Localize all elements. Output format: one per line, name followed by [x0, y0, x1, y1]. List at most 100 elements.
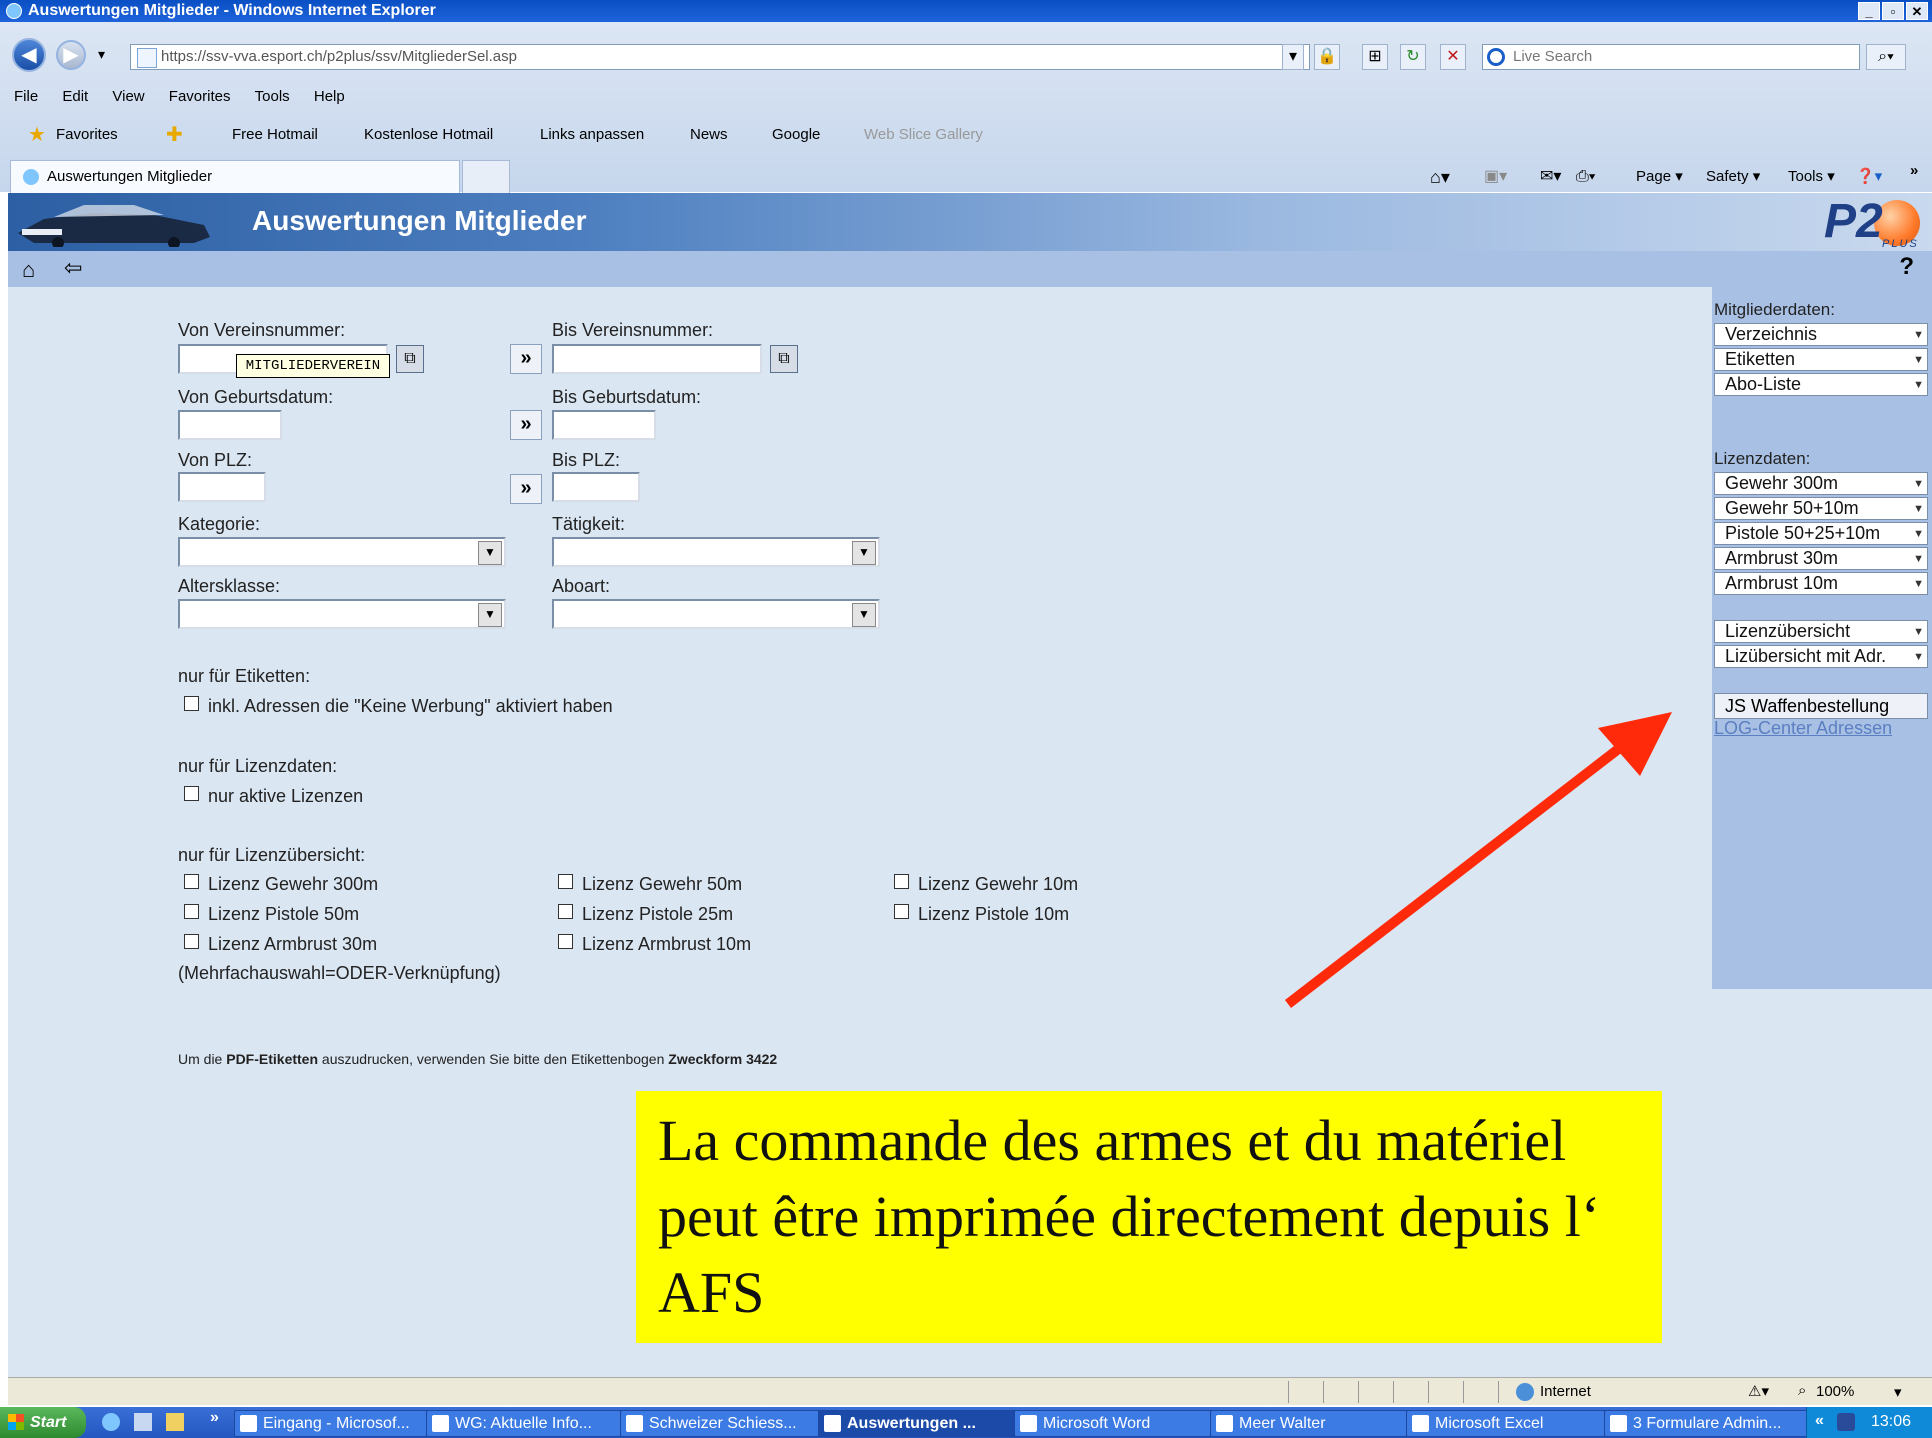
page-help-icon[interactable]: ? [1899, 253, 1914, 281]
quicklaunch-outlook-icon[interactable] [166, 1413, 184, 1431]
log-center-adressen-link[interactable]: LOG-Center Adressen [1714, 718, 1892, 739]
js-waffenbestellung-button[interactable]: JS Waffenbestellung [1714, 693, 1928, 719]
start-button[interactable]: Start [0, 1407, 86, 1438]
menu-edit[interactable]: Edit [62, 88, 88, 105]
restore-button[interactable]: ▫ [1882, 2, 1904, 20]
more-icon[interactable]: » [1910, 156, 1918, 186]
new-tab-button[interactable] [462, 160, 510, 194]
home-nav-icon[interactable]: ⌂ [22, 257, 35, 283]
report-etiketten[interactable]: Etiketten ▼ [1714, 348, 1928, 371]
menu-favorites[interactable]: Favorites [169, 88, 231, 105]
menu-tools[interactable]: Tools [255, 88, 290, 105]
fav-kostenlose-hotmail[interactable]: Kostenlose Hotmail [364, 118, 493, 152]
von-plz-input[interactable] [178, 472, 266, 502]
zoom-level[interactable]: 100% [1816, 1383, 1854, 1400]
stop-icon[interactable]: ✕ [1440, 44, 1466, 70]
fav-news[interactable]: News [690, 118, 728, 152]
forward-icon[interactable]: ▶ [56, 40, 86, 70]
keine-werbung-checkbox[interactable] [184, 696, 199, 711]
bis-geburtsdatum-input[interactable] [552, 410, 656, 440]
task-microsoft-word[interactable]: Microsoft Word [1014, 1410, 1234, 1437]
task-microsoft-excel[interactable]: Microsoft Excel [1406, 1410, 1628, 1437]
help-icon[interactable]: ❓▾ [1856, 162, 1882, 192]
copy-vereinsnummer-button[interactable]: » [510, 344, 542, 374]
print-icon[interactable]: ⎙▾ [1576, 162, 1596, 192]
address-bar[interactable]: https://ssv-vva.esport.ch/p2plus/ssv/Mit… [130, 44, 1310, 70]
copy-plz-button[interactable]: » [510, 474, 542, 504]
lizenz-pistole-10m-checkbox[interactable] [894, 904, 909, 919]
protected-mode-icon[interactable]: ⚠▾ [1748, 1382, 1769, 1400]
minimize-button[interactable]: _ [1858, 2, 1880, 20]
report-armbrust-30m[interactable]: Armbrust 30m ▼ [1714, 547, 1928, 570]
tray-expand-icon[interactable]: « [1815, 1412, 1824, 1430]
report-abo-liste[interactable]: Abo-Liste ▼ [1714, 373, 1928, 396]
search-input[interactable]: Live Search [1482, 44, 1860, 70]
menu-file[interactable]: File [14, 88, 38, 105]
lock-icon[interactable]: 🔒 [1314, 44, 1340, 70]
task-eingang[interactable]: Eingang - Microsof... [234, 1410, 450, 1437]
tray-app-icon[interactable] [1837, 1413, 1855, 1431]
lizenz-gewehr-50m-checkbox[interactable] [558, 874, 573, 889]
report-gewehr-50-10m[interactable]: Gewehr 50+10m ▼ [1714, 497, 1928, 520]
lizenz-armbrust-10m-checkbox[interactable] [558, 934, 573, 949]
chevron-down-icon: ▼ [1913, 329, 1924, 341]
report-lizenzuebersicht[interactable]: Lizenzübersicht ▼ [1714, 620, 1928, 643]
zoom-dropdown-icon[interactable]: ▾ [1894, 1383, 1902, 1401]
tab-auswertungen[interactable]: Auswertungen Mitglieder [10, 160, 460, 194]
page-menu[interactable]: Page ▾ [1636, 162, 1683, 192]
lizenz-pistole-50m-checkbox[interactable] [184, 904, 199, 919]
refresh-icon[interactable]: ↻ [1400, 44, 1426, 70]
bis-plz-input[interactable] [552, 472, 640, 502]
aboart-select[interactable]: ▼ [552, 599, 880, 629]
fav-free-hotmail[interactable]: Free Hotmail [232, 118, 318, 152]
report-gewehr-300m[interactable]: Gewehr 300m ▼ [1714, 472, 1928, 495]
back-icon[interactable]: ◀ [12, 38, 46, 72]
quicklaunch-ie-icon[interactable] [102, 1413, 120, 1431]
von-verein-picker-icon[interactable]: ⧉ [396, 345, 424, 373]
lizenz-gewehr-10m-checkbox[interactable] [894, 874, 909, 889]
lizenz-gewehr-300m-checkbox[interactable] [184, 874, 199, 889]
altersklasse-select[interactable]: ▼ [178, 599, 506, 629]
task-formulare-admin[interactable]: 3 Formulare Admin... [1604, 1410, 1830, 1437]
lizenz-pistole-25m-checkbox[interactable] [558, 904, 573, 919]
task-auswertungen[interactable]: Auswertungen ... [818, 1410, 1038, 1437]
fav-google[interactable]: Google [772, 118, 820, 152]
close-button[interactable]: ✕ [1906, 2, 1928, 20]
bis-vereinsnummer-input[interactable] [552, 344, 762, 374]
recent-pages-icon[interactable]: ▾ [98, 46, 105, 63]
favorites-button[interactable]: Favorites [56, 118, 118, 152]
fav-web-slice-gallery[interactable]: Web Slice Gallery [864, 118, 983, 152]
feeds-icon[interactable]: ▣▾ [1484, 162, 1507, 192]
dropdown-icon[interactable]: ▾ [1282, 44, 1304, 70]
copy-geburtsdatum-button[interactable]: » [510, 410, 542, 440]
add-favorites-icon[interactable]: ✚ [166, 118, 183, 152]
von-vereinsnummer-label: Von Vereinsnummer: [178, 320, 346, 340]
task-meer-walter[interactable]: Meer Walter [1210, 1410, 1430, 1437]
menu-view[interactable]: View [112, 88, 144, 105]
task-wg-aktuelle-info[interactable]: WG: Aktuelle Info... [426, 1410, 644, 1437]
report-pistole-50-25-10m[interactable]: Pistole 50+25+10m ▼ [1714, 522, 1928, 545]
report-lizuebersicht-adr[interactable]: Lizübersicht mit Adr. ▼ [1714, 645, 1928, 668]
search-icon[interactable]: ⌕▾ [1866, 44, 1906, 70]
quicklaunch-more-icon[interactable]: » [210, 1409, 219, 1427]
von-geburtsdatum-input[interactable] [178, 410, 282, 440]
back-nav-icon[interactable]: ⇦ [64, 255, 82, 281]
tools-menu[interactable]: Tools ▾ [1788, 162, 1835, 192]
task-schweizer-schiess[interactable]: Schweizer Schiess... [620, 1410, 842, 1437]
bing-icon [1487, 48, 1505, 66]
mail-icon[interactable]: ✉▾ [1540, 162, 1561, 192]
windows-logo-icon [8, 1414, 24, 1430]
bis-verein-picker-icon[interactable]: ⧉ [770, 345, 798, 373]
report-armbrust-10m[interactable]: Armbrust 10m ▼ [1714, 572, 1928, 595]
safety-menu[interactable]: Safety ▾ [1706, 162, 1760, 192]
aktive-lizenzen-checkbox[interactable] [184, 786, 199, 801]
lizenz-armbrust-30m-checkbox[interactable] [184, 934, 199, 949]
quicklaunch-desktop-icon[interactable] [134, 1413, 152, 1431]
fav-links-anpassen[interactable]: Links anpassen [540, 118, 644, 152]
taetigkeit-select[interactable]: ▼ [552, 537, 880, 567]
kategorie-select[interactable]: ▼ [178, 537, 506, 567]
menu-help[interactable]: Help [314, 88, 345, 105]
home-icon[interactable]: ⌂▾ [1430, 162, 1450, 192]
report-verzeichnis[interactable]: Verzeichnis ▼ [1714, 323, 1928, 346]
compatibility-icon[interactable]: ⊞ [1362, 44, 1388, 70]
